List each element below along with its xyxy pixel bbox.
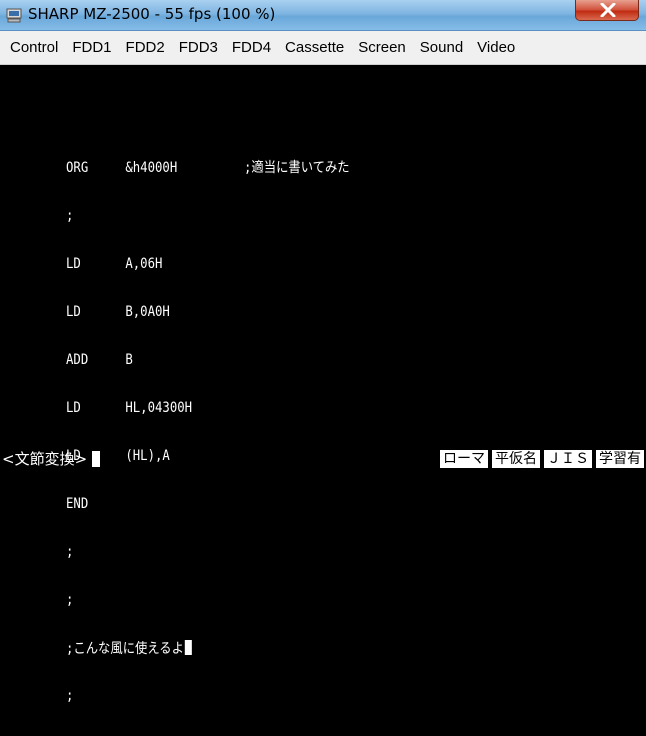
code-line: ;: [66, 688, 74, 704]
menu-fdd4[interactable]: FDD4: [225, 31, 278, 65]
menu-sound[interactable]: Sound: [413, 31, 470, 65]
code-line: ;: [66, 544, 74, 560]
ime-badge-romaji: ローマ: [440, 450, 488, 468]
close-button[interactable]: [575, 0, 639, 21]
code-line: LD B,0A0H: [66, 304, 170, 320]
menu-screen[interactable]: Screen: [351, 31, 413, 65]
code-line: ORG &h4000H ;適当に書いてみた: [66, 160, 350, 176]
menu-cassette[interactable]: Cassette: [278, 31, 351, 65]
ime-status-badges: ローマ 平仮名 ＪＩＳ 学習有: [440, 450, 644, 468]
source-code: ORG &h4000H ;適当に書いてみた ; LD A,06H LD B,0A…: [66, 128, 350, 736]
emulator-screen[interactable]: ORG &h4000H ;適当に書いてみた ; LD A,06H LD B,0A…: [0, 65, 646, 704]
text-cursor: [184, 640, 192, 655]
code-line: ;: [66, 208, 74, 224]
menu-control[interactable]: Control: [3, 31, 65, 65]
ime-conversion-mode: <文節変換>: [2, 450, 88, 468]
ime-badge-learning: 学習有: [596, 450, 644, 468]
code-line: LD A,06H: [66, 256, 163, 272]
menu-fdd2[interactable]: FDD2: [119, 31, 172, 65]
code-line: ;: [66, 592, 74, 608]
close-icon: [600, 3, 616, 17]
code-line: LD (HL),A: [66, 448, 170, 464]
menu-fdd1[interactable]: FDD1: [65, 31, 118, 65]
code-line-with-cursor: ;こんな風に使えるよ: [66, 640, 350, 657]
code-line: END: [66, 496, 89, 512]
menu-video[interactable]: Video: [470, 31, 522, 65]
menu-fdd3[interactable]: FDD3: [172, 31, 225, 65]
computer-icon: [6, 8, 22, 23]
code-line-text: ;こんな風に使えるよ: [66, 641, 184, 657]
code-line: ADD B: [66, 352, 133, 368]
ime-badge-jis: ＪＩＳ: [544, 450, 592, 468]
title-bar: SHARP MZ-2500 - 55 fps (100 %): [0, 0, 646, 31]
ime-badge-hiragana: 平仮名: [492, 450, 540, 468]
code-line: LD HL,04300H: [66, 400, 193, 416]
ime-cursor: [92, 451, 100, 467]
window-title: SHARP MZ-2500 - 55 fps (100 %): [28, 5, 276, 23]
menu-bar: Control FDD1 FDD2 FDD3 FDD4 Cassette Scr…: [0, 31, 646, 65]
